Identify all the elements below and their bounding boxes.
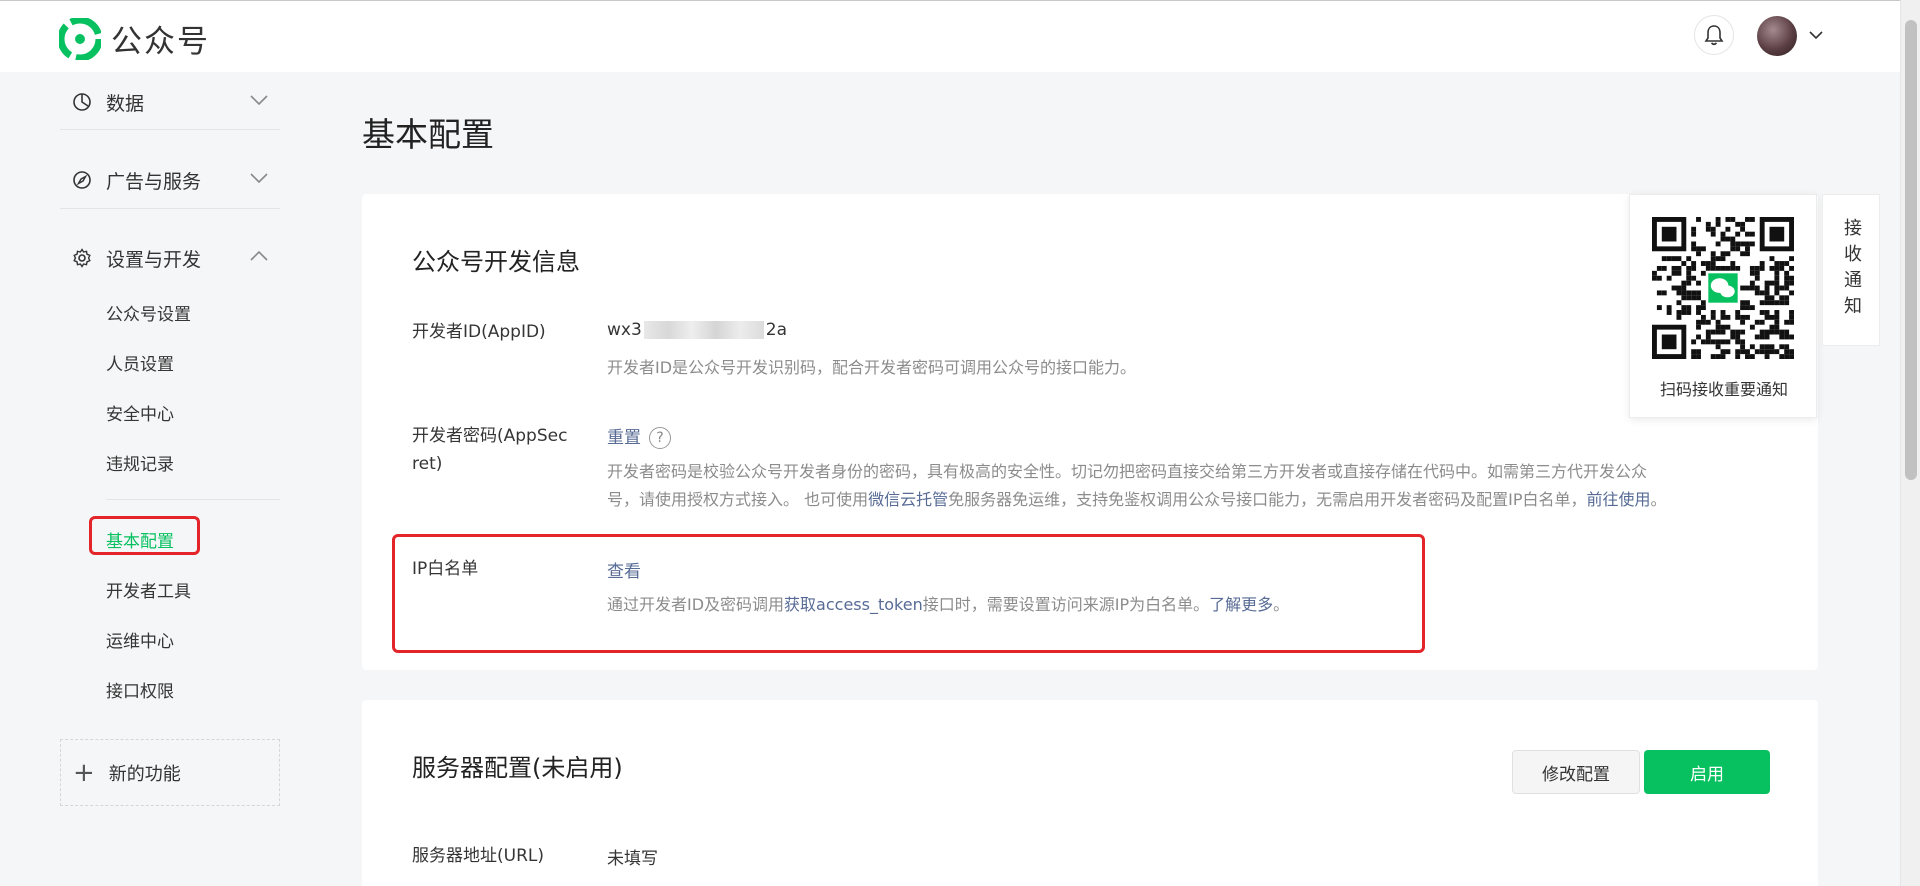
- sidebar-group-label: 广告与服务: [106, 170, 202, 193]
- help-question-icon[interactable]: ?: [649, 427, 671, 449]
- sidebar-group-label: 设置与开发: [106, 248, 202, 271]
- chevron-down-icon: [250, 95, 268, 106]
- ip-whitelist-highlight-box: [392, 534, 1425, 653]
- sidebar-item-staff-settings[interactable]: 人员设置: [106, 350, 174, 375]
- divider: [60, 129, 280, 130]
- user-avatar[interactable]: [1757, 16, 1797, 56]
- brand-name: 公众号: [111, 24, 210, 60]
- receive-notification-tab[interactable]: 接收通知: [1822, 194, 1880, 346]
- dev-info-title: 公众号开发信息: [412, 248, 580, 276]
- sidebar-item-account-settings[interactable]: 公众号设置: [106, 300, 191, 325]
- new-feature-label: 新的功能: [108, 763, 181, 785]
- enable-button[interactable]: 启用: [1644, 750, 1770, 794]
- wechat-official-logo-icon: [59, 17, 101, 60]
- qr-notification-popup: 扫码接收重要通知: [1629, 194, 1817, 418]
- appid-description: 开发者ID是公众号开发识别码，配合开发者密码可调用公众号的接口能力。: [607, 358, 1137, 377]
- secret-desc-text: 号，请使用授权方式接入。 也可使用: [607, 490, 869, 509]
- appid-prefix: wx3: [607, 320, 642, 340]
- new-feature-button[interactable]: + 新的功能: [60, 739, 280, 806]
- modify-config-button[interactable]: 修改配置: [1512, 750, 1640, 794]
- active-item-highlight-box: [89, 516, 200, 555]
- sidebar-group-settings[interactable]: 设置与开发: [60, 228, 280, 288]
- chevron-down-icon: [250, 173, 268, 184]
- sidebar-group-data[interactable]: 数据: [60, 72, 280, 132]
- go-use-link[interactable]: 前往使用: [1586, 490, 1650, 509]
- bell-icon: [1704, 25, 1724, 46]
- chevron-down-icon[interactable]: [1809, 30, 1823, 40]
- secret-label-line2: ret): [412, 454, 443, 474]
- divider: [60, 208, 280, 209]
- gear-icon: [73, 248, 91, 268]
- top-bar: 公众号: [0, 0, 1900, 72]
- sidebar-item-violations[interactable]: 违规记录: [106, 450, 174, 475]
- sidebar-item-api-permissions[interactable]: 接口权限: [106, 677, 174, 702]
- secret-desc-line1: 开发者密码是校验公众号开发者身份的密码，具有极高的安全性。切记勿把密码直接交给第…: [607, 462, 1648, 481]
- server-url-value: 未填写: [607, 849, 658, 869]
- server-url-label: 服务器地址(URL): [412, 846, 544, 866]
- appid-label: 开发者ID(AppID): [412, 322, 546, 342]
- sidebar-item-security-center[interactable]: 安全中心: [106, 400, 174, 425]
- secret-label: 开发者密码(AppSec ret): [412, 422, 567, 478]
- chevron-up-icon: [250, 250, 268, 261]
- plus-icon: +: [73, 757, 95, 788]
- page-title: 基本配置: [362, 115, 494, 154]
- sidebar-group-label: 数据: [106, 92, 145, 115]
- wechat-cloud-hosting-link[interactable]: 微信云托管: [868, 490, 948, 509]
- secret-desc-end: 。: [1650, 490, 1667, 509]
- appid-suffix: 2a: [765, 320, 788, 340]
- compass-icon: [73, 171, 91, 189]
- scrollbar-thumb[interactable]: [1905, 20, 1917, 480]
- divider: [106, 499, 280, 500]
- sidebar-group-ads[interactable]: 广告与服务: [60, 150, 280, 210]
- reset-secret-link[interactable]: 重置: [607, 428, 641, 448]
- sidebar-item-ops-center[interactable]: 运维中心: [106, 627, 174, 652]
- secret-label-line1: 开发者密码(AppSec: [412, 426, 568, 446]
- server-config-title: 服务器配置(未启用): [412, 754, 623, 782]
- appid-masked: [643, 321, 764, 339]
- appid-value: wx3 2a: [607, 320, 787, 340]
- qr-label: 扫码接收重要通知: [1659, 380, 1788, 399]
- receive-notification-label: 接收通知: [1841, 218, 1862, 322]
- server-config-card: 服务器配置(未启用) 修改配置 启用 服务器地址(URL) 未填写: [362, 700, 1818, 886]
- sidebar-item-developer-tools[interactable]: 开发者工具: [106, 577, 191, 602]
- page-scrollbar[interactable]: [1900, 0, 1920, 886]
- secret-desc-line2: 号，请使用授权方式接入。 也可使用微信云托管免服务器免运维，支持免鉴权调用公众号…: [607, 486, 1787, 514]
- brand[interactable]: 公众号: [59, 16, 210, 61]
- secret-description: 开发者密码是校验公众号开发者身份的密码，具有极高的安全性。切记勿把密码直接交给第…: [607, 458, 1787, 514]
- secret-desc-text: 免服务器免运维，支持免鉴权调用公众号接口能力，无需启用开发者密码及配置IP白名单…: [948, 490, 1587, 509]
- secret-actions: 重置?: [607, 423, 671, 449]
- notification-bell-button[interactable]: [1694, 15, 1734, 55]
- chart-pie-icon: [73, 93, 91, 111]
- qr-code-icon: [1652, 217, 1794, 359]
